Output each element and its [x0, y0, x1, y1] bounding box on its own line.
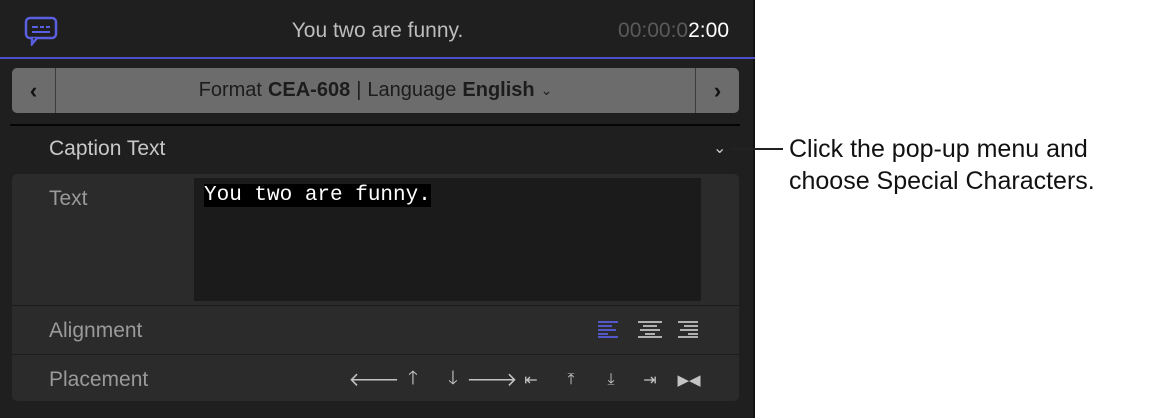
- format-language-popup[interactable]: FormatCEA-608|LanguageEnglish ⌄: [56, 68, 695, 113]
- divider: [10, 124, 740, 126]
- snap-left-icon[interactable]: ⇤: [517, 366, 545, 394]
- move-left-icon[interactable]: 🡐: [360, 366, 388, 394]
- alignment-label: Alignment: [49, 319, 142, 343]
- text-label: Text: [49, 187, 88, 211]
- move-up-icon[interactable]: 🡑: [399, 366, 427, 394]
- header-divider: [0, 57, 755, 59]
- callout-line: [731, 148, 783, 150]
- callout-text: Click the pop-up menu andchoose Special …: [789, 133, 1095, 197]
- divider: [12, 354, 739, 355]
- placement-controls: 🡐 🡑 🡓 🡒 ⇤ ⤒ ⤓ ⇥ ▶◀: [360, 366, 710, 394]
- move-right-icon[interactable]: 🡒: [478, 366, 506, 394]
- previous-caption-button[interactable]: ‹: [12, 68, 56, 113]
- captions-inspector: You two are funny. 00:00:02:00 ‹ FormatC…: [0, 0, 755, 418]
- snap-top-icon[interactable]: ⤒: [557, 366, 585, 394]
- align-center-icon[interactable]: [637, 320, 663, 338]
- align-left-icon[interactable]: [597, 320, 619, 338]
- align-right-icon[interactable]: [677, 320, 699, 338]
- caption-text-input[interactable]: You two are funny.: [194, 178, 701, 301]
- timecode: 00:00:02:00: [618, 19, 729, 43]
- center-horizontal-icon[interactable]: ▶◀: [675, 366, 703, 394]
- chevron-down-icon: ⌄: [541, 82, 553, 99]
- section-title: Caption Text: [49, 137, 165, 161]
- caption-text-section: Text You two are funny. Alignment Placem…: [12, 174, 739, 401]
- format-language-bar: ‹ FormatCEA-608|LanguageEnglish ⌄ ›: [12, 68, 739, 113]
- divider: [12, 305, 739, 306]
- move-down-icon[interactable]: 🡓: [439, 366, 467, 394]
- placement-label: Placement: [49, 368, 148, 392]
- chevron-down-icon[interactable]: ⌄: [713, 138, 726, 158]
- snap-bottom-icon[interactable]: ⤓: [597, 366, 625, 394]
- snap-right-icon[interactable]: ⇥: [636, 366, 664, 394]
- next-caption-button[interactable]: ›: [695, 68, 739, 113]
